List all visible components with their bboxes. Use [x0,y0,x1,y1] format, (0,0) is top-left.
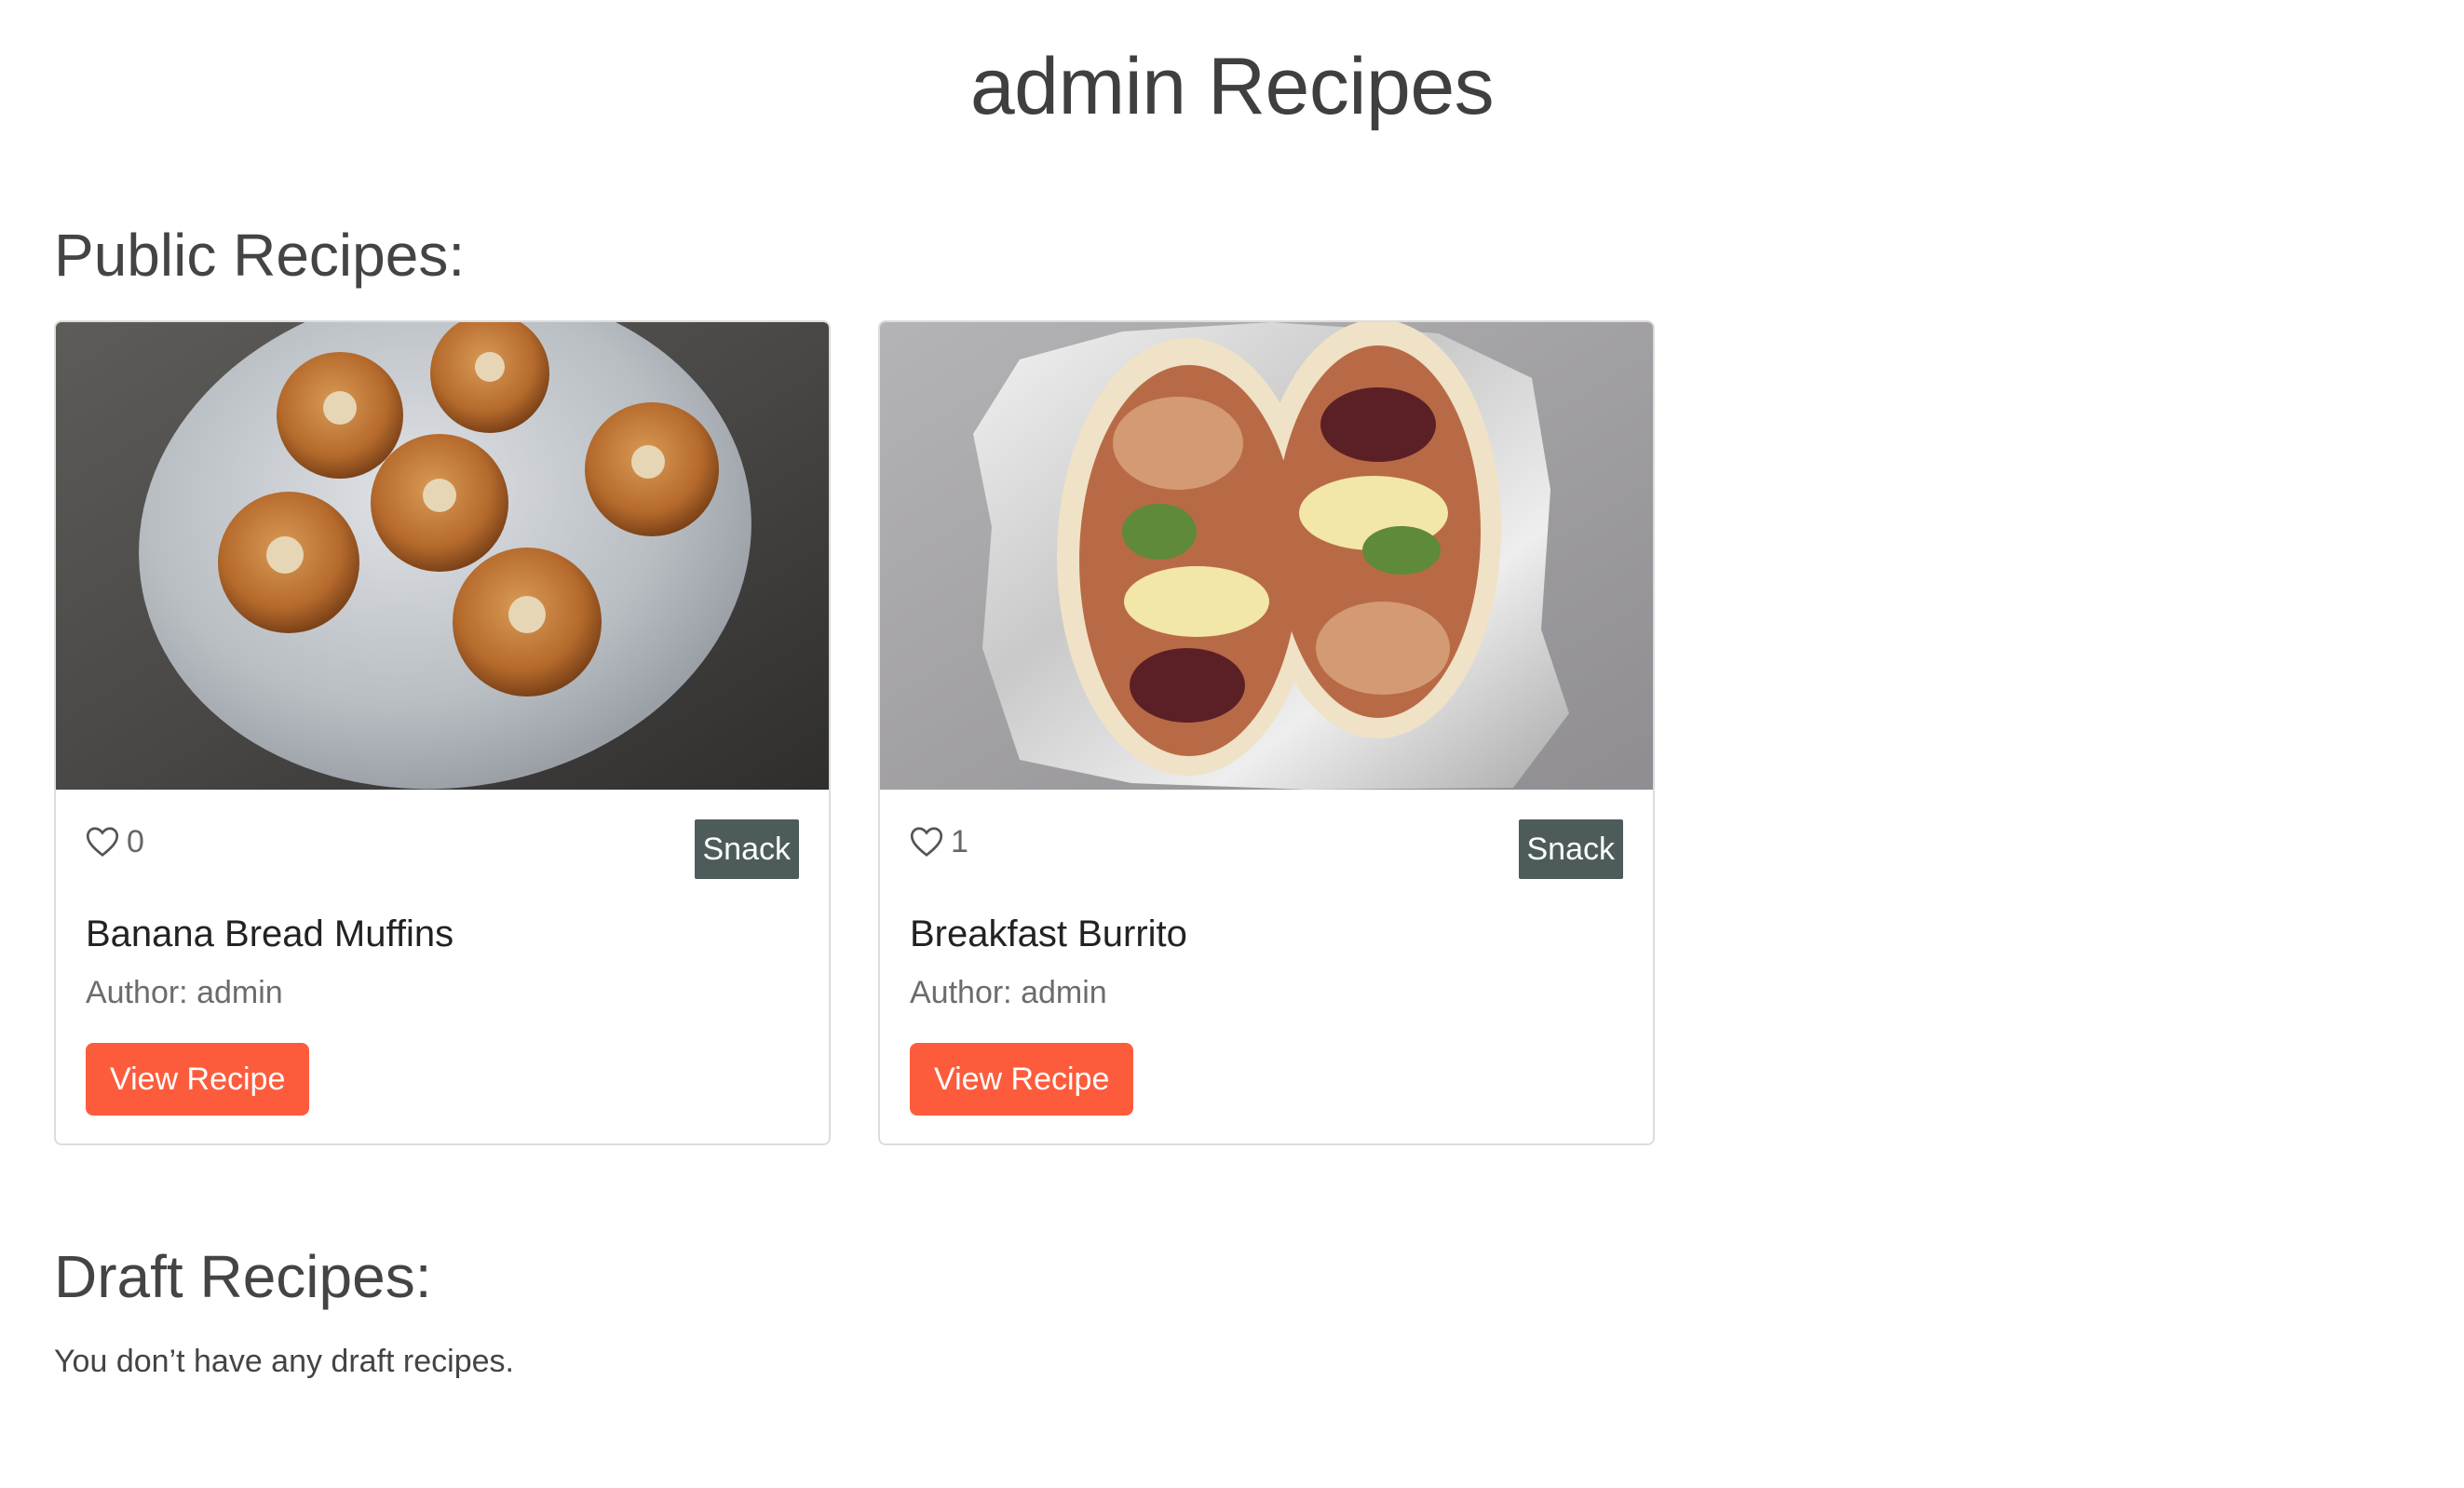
page-title: admin Recipes [969,42,1495,131]
view-recipe-button[interactable]: View Recipe [910,1043,1134,1116]
category-badge: Snack [1518,819,1623,879]
recipe-card: 0 Snack Banana Bread Muffins Author: adm… [54,320,831,1145]
recipe-author: Author: admin [86,975,283,1010]
recipe-card: 1 Snack Breakfast Burrito Author: admin … [878,320,1655,1145]
recipe-image-breakfast-burrito [880,322,1653,790]
view-recipe-button[interactable]: View Recipe [86,1043,310,1116]
recipe-title: Banana Bread Muffins [86,913,454,954]
heart-icon[interactable] [86,826,119,858]
heart-icon[interactable] [910,826,943,858]
likes-indicator[interactable]: 0 [86,823,144,860]
draft-recipes-heading: Draft Recipes: [54,1243,432,1310]
likes-indicator[interactable]: 1 [910,823,968,860]
empty-drafts-message: You don’t have any draft recipes. [54,1344,514,1379]
recipe-image-banana-bread-muffins [56,322,829,790]
recipe-title: Breakfast Burrito [910,913,1187,954]
public-recipes-heading: Public Recipes: [54,222,466,289]
like-count: 0 [127,824,144,859]
like-count: 1 [951,824,968,859]
category-badge: Snack [694,819,799,879]
recipe-author: Author: admin [910,975,1107,1010]
